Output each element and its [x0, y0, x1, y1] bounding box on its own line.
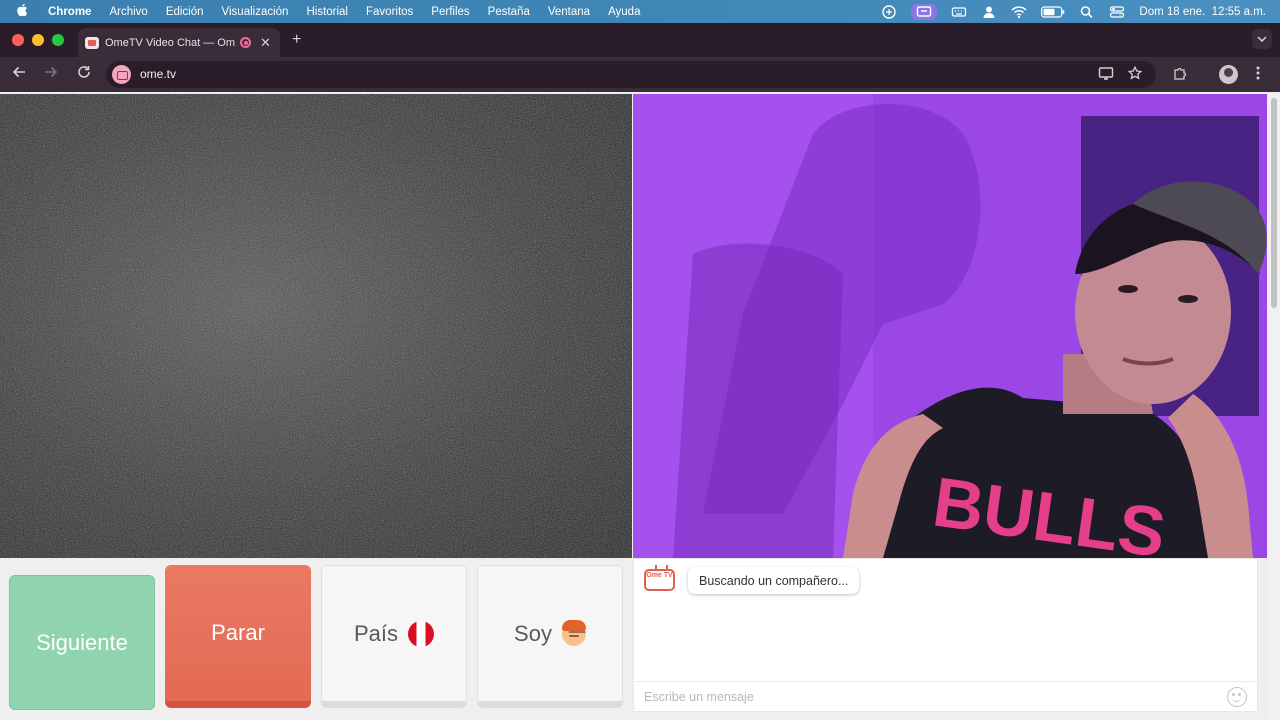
menu-perfiles[interactable]: Perfiles	[431, 6, 469, 18]
cloud-sync-icon[interactable]	[881, 4, 897, 19]
reload-icon[interactable]	[77, 65, 91, 82]
close-window-button[interactable]	[12, 34, 24, 46]
i-am-button-label: Soy	[514, 620, 552, 646]
site-camera-icon[interactable]	[112, 65, 131, 84]
cast-icon[interactable]	[1098, 66, 1114, 83]
bookmark-star-icon[interactable]	[1127, 65, 1143, 83]
control-center-icon[interactable]	[1109, 5, 1125, 19]
address-bar[interactable]: ome.tv	[106, 61, 1156, 88]
country-button-label: País	[353, 620, 399, 646]
tab-ometv[interactable]: OmeTV Video Chat — Ome ✕	[78, 28, 280, 57]
next-button[interactable]: Siguiente	[9, 575, 155, 710]
minimize-window-button[interactable]	[32, 34, 44, 46]
country-button[interactable]: País	[321, 565, 467, 708]
menu-favoritos[interactable]: Favoritos	[366, 6, 413, 18]
chat-status-message: Buscando un compañero...	[688, 567, 860, 594]
macos-menu-bar: Chrome Archivo Edición Visualización His…	[0, 0, 1280, 23]
menu-historial[interactable]: Historial	[306, 6, 348, 18]
tab-title: OmeTV Video Chat — Ome	[105, 36, 235, 49]
zoom-window-button[interactable]	[52, 34, 64, 46]
ometv-page: BULLS Siguiente Parar País Soy Ome TV Bu…	[0, 92, 1280, 720]
back-arrow-icon[interactable]	[12, 65, 26, 83]
battery-icon[interactable]	[1041, 5, 1065, 18]
menu-pestana[interactable]: Pestaña	[488, 6, 530, 18]
menu-visualizacion[interactable]: Visualización	[222, 6, 289, 18]
menubar-clock[interactable]: Dom 18 ene. 12:55 a.m.	[1139, 6, 1266, 18]
emoji-smiley-icon[interactable]	[1227, 687, 1247, 707]
partner-video-static	[0, 94, 632, 558]
menu-archivo[interactable]: Archivo	[109, 6, 147, 18]
ometv-logo-icon: Ome TV	[644, 569, 675, 591]
peru-flag-icon	[408, 620, 435, 647]
wifi-icon[interactable]	[1011, 5, 1027, 19]
search-icon[interactable]	[1079, 5, 1095, 19]
forward-arrow-icon[interactable]	[44, 65, 58, 83]
chrome-toolbar: ome.tv	[0, 57, 1280, 92]
new-tab-button[interactable]: +	[292, 31, 301, 49]
more-menu-icon[interactable]	[1256, 66, 1260, 83]
message-input-row	[634, 681, 1257, 711]
chrome-tab-strip: OmeTV Video Chat — Ome ✕ +	[0, 23, 1280, 57]
boy-face-icon	[561, 619, 586, 646]
chat-panel: Ome TV Buscando un compañero...	[633, 558, 1258, 712]
close-tab-button[interactable]: ✕	[260, 35, 271, 51]
keyboard-icon[interactable]	[951, 5, 967, 19]
menu-ayuda[interactable]: Ayuda	[608, 6, 640, 18]
message-input[interactable]	[644, 688, 1204, 706]
apple-icon[interactable]	[16, 3, 32, 20]
self-camera-video: BULLS	[633, 94, 1267, 558]
page-scrollbar[interactable]	[1268, 94, 1280, 720]
user-icon[interactable]	[981, 5, 997, 19]
stop-button[interactable]: Parar	[165, 565, 311, 708]
address-url[interactable]: ome.tv	[140, 67, 176, 81]
profile-avatar[interactable]	[1219, 65, 1238, 84]
menu-chrome[interactable]: Chrome	[48, 6, 91, 18]
tab-search-chevron-icon[interactable]	[1252, 29, 1272, 49]
extensions-puzzle-icon[interactable]	[1173, 66, 1188, 84]
recording-indicator-icon	[240, 37, 251, 48]
i-am-button[interactable]: Soy	[477, 565, 623, 708]
stop-button-label: Parar	[211, 620, 265, 645]
menu-ventana[interactable]: Ventana	[548, 6, 590, 18]
next-button-label: Siguiente	[36, 629, 128, 655]
scrollbar-thumb[interactable]	[1271, 98, 1277, 308]
screen-mirroring-icon[interactable]	[911, 3, 938, 20]
menu-edicion[interactable]: Edición	[166, 6, 204, 18]
ometv-favicon-icon	[85, 36, 99, 49]
